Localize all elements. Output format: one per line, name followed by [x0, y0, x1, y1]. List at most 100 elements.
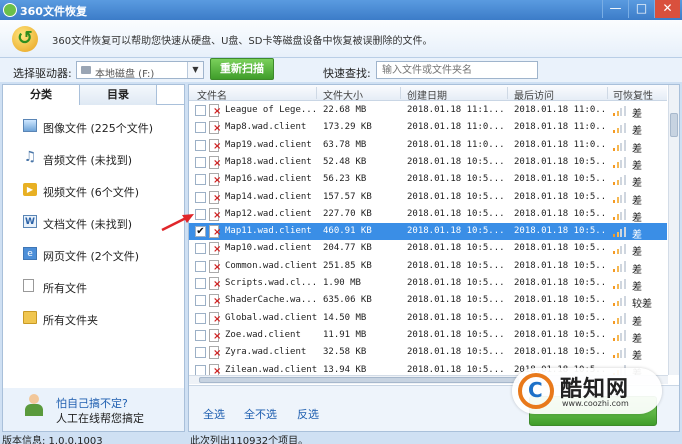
title-bar: 360文件恢复 — □ ✕	[0, 0, 682, 20]
invert-selection-link[interactable]: 反选	[297, 406, 319, 422]
help-link[interactable]: 怕自己搞不定?	[56, 395, 128, 411]
row-checkbox[interactable]	[195, 364, 206, 375]
column-header-accessed[interactable]: 最后访问	[514, 87, 554, 102]
category-label: 所有文件	[43, 282, 87, 295]
table-row[interactable]: Global.wad.client 14.50 MB 2018.01.18 10:5…	[189, 310, 667, 328]
deleted-file-icon	[209, 225, 221, 239]
signal-bars-icon	[613, 174, 627, 186]
row-checkbox[interactable]	[195, 105, 206, 116]
table-row[interactable]: ShaderCache.wa... 635.06 KB 2018.01.18 10:…	[189, 292, 667, 310]
recoverability: 差	[632, 333, 642, 345]
last-accessed: 2018.01.18 10:5...	[514, 156, 608, 167]
category-label: 视频文件 (6个文件)	[43, 186, 140, 199]
signal-bars-icon	[613, 295, 627, 307]
help-box: 怕自己搞不定? 人工在线帮您搞定	[2, 388, 185, 432]
search-input[interactable]	[376, 61, 538, 79]
table-row[interactable]: Map8.wad.client 173.29 KB 2018.01.18 11:0.…	[189, 119, 667, 137]
category-label: 所有文件夹	[43, 314, 98, 327]
tab-directory[interactable]: 目录	[80, 85, 157, 105]
deleted-file-icon	[209, 363, 221, 375]
category-item-video[interactable]: ▶ 视频文件 (6个文件)	[3, 174, 184, 206]
category-item-audio[interactable]: ♫ 音频文件 (未找到)	[3, 142, 184, 174]
signal-bars-icon	[613, 347, 627, 359]
last-accessed: 2018.01.18 10:5...	[514, 278, 608, 288]
last-accessed: 2018.01.18 11:0...	[514, 105, 608, 115]
category-panel: 分类 目录 图像文件 (225个文件) ♫ 音频文件 (未找到) ▶ 视频文件 …	[2, 84, 185, 432]
row-checkbox[interactable]	[195, 260, 206, 272]
file-name: Map16.wad.client	[225, 174, 312, 185]
recoverability: 差	[632, 143, 642, 155]
deleted-file-icon	[209, 138, 221, 152]
maximize-button[interactable]: □	[628, 0, 654, 18]
category-item-webpages[interactable]: e 网页文件 (2个文件)	[3, 238, 184, 270]
category-label: 网页文件 (2个文件)	[43, 250, 140, 263]
deleted-file-icon	[209, 259, 221, 273]
row-checkbox[interactable]	[195, 139, 206, 151]
file-size: 460.91 KB	[323, 226, 372, 237]
table-row[interactable]: Scripts.wad.cl... 1.90 MB 2018.01.18 10:5.…	[189, 275, 667, 293]
table-row[interactable]: Map12.wad.client 227.70 KB 2018.01.18 10:5…	[189, 206, 667, 224]
table-row[interactable]: League of Lege... 22.68 MB 2018.01.18 11:1…	[189, 102, 667, 120]
table-row[interactable]: Zyra.wad.client 32.58 KB 2018.01.18 10:5..…	[189, 344, 667, 362]
rescan-button[interactable]: 重新扫描	[210, 58, 274, 80]
row-checkbox[interactable]	[195, 208, 206, 220]
last-accessed: 2018.01.18 10:5...	[514, 208, 608, 219]
file-name: Map18.wad.client	[225, 156, 312, 167]
scroll-thumb[interactable]	[670, 113, 678, 137]
drive-label: 选择驱动器:	[13, 67, 72, 80]
column-header-recoverability[interactable]: 可恢复性	[613, 87, 653, 102]
row-checkbox[interactable]	[195, 278, 206, 289]
column-header-created[interactable]: 创建日期	[407, 87, 447, 102]
watermark: 酷知网 www.coozhi.com	[512, 368, 662, 414]
signal-bars-icon	[613, 157, 627, 168]
table-row[interactable]: Common.wad.client 251.85 KB 2018.01.18 10:…	[189, 258, 667, 276]
last-accessed: 2018.01.18 11:0...	[514, 139, 608, 150]
close-button[interactable]: ✕	[654, 0, 680, 18]
drive-select[interactable]: 本地磁盘 (F:) ▼	[76, 61, 204, 80]
file-name: League of Lege...	[225, 105, 317, 115]
category-item-images[interactable]: 图像文件 (225个文件)	[3, 110, 184, 142]
recoverability: 差	[632, 316, 642, 328]
file-name: Map10.wad.client	[225, 243, 312, 254]
chevron-down-icon[interactable]: ▼	[187, 62, 203, 78]
scroll-thumb[interactable]	[199, 377, 519, 383]
row-checkbox[interactable]	[195, 295, 206, 307]
row-checkbox[interactable]	[195, 347, 206, 359]
deleted-file-icon	[209, 190, 221, 204]
table-row[interactable]: Map16.wad.client 56.23 KB 2018.01.18 10:5.…	[189, 171, 667, 189]
header-description: 360文件恢复可以帮助您快速从硬盘、U盘、SD卡等磁盘设备中恢复被误删除的文件。	[52, 36, 433, 47]
table-row[interactable]: Map19.wad.client 63.78 MB 2018.01.18 11:0.…	[189, 137, 667, 155]
webpage-icon: e	[23, 247, 37, 260]
row-checkbox[interactable]	[195, 312, 206, 324]
minimize-button[interactable]: —	[602, 0, 628, 18]
row-checkbox[interactable]	[195, 243, 206, 255]
file-size: 157.57 KB	[323, 191, 372, 202]
table-row[interactable]: Zoe.wad.client 11.91 MB 2018.01.18 10:5...…	[189, 327, 667, 345]
category-item-documents[interactable]: W 文档文件 (未找到)	[3, 206, 184, 238]
deleted-file-icon	[209, 294, 221, 308]
tab-category[interactable]: 分类	[3, 85, 80, 105]
row-checkbox[interactable]	[195, 191, 206, 203]
row-checkbox[interactable]	[195, 174, 206, 186]
category-item-all-folders[interactable]: 所有文件夹	[3, 302, 184, 334]
column-header-size[interactable]: 文件大小	[323, 87, 363, 102]
vertical-scrollbar[interactable]	[668, 85, 679, 375]
row-checkbox[interactable]	[195, 122, 206, 134]
row-checkbox[interactable]	[195, 156, 206, 168]
select-none-link[interactable]: 全不选	[244, 406, 277, 422]
row-checkbox[interactable]: ✔	[195, 226, 206, 238]
disk-icon	[81, 66, 91, 74]
table-row[interactable]: Map14.wad.client 157.57 KB 2018.01.18 10:5…	[189, 189, 667, 207]
window-title: 360文件恢复	[20, 5, 87, 18]
category-item-all-files[interactable]: 所有文件	[3, 270, 184, 302]
row-checkbox[interactable]	[195, 329, 206, 341]
table-row[interactable]: Map18.wad.client 52.48 KB 2018.01.18 10:5.…	[189, 154, 667, 172]
column-header-name[interactable]: 文件名	[197, 87, 227, 102]
table-row[interactable]: Map10.wad.client 204.77 KB 2018.01.18 10:5…	[189, 240, 667, 258]
drive-value: 本地磁盘 (F:)	[95, 69, 155, 80]
file-name: Zoe.wad.client	[225, 329, 301, 340]
select-all-link[interactable]: 全选	[203, 406, 225, 422]
signal-bars-icon	[613, 261, 627, 272]
recoverability: 差	[632, 160, 642, 172]
table-row[interactable]: ✔ Map11.wad.client 460.91 KB 2018.01.18 10:…	[189, 223, 667, 241]
